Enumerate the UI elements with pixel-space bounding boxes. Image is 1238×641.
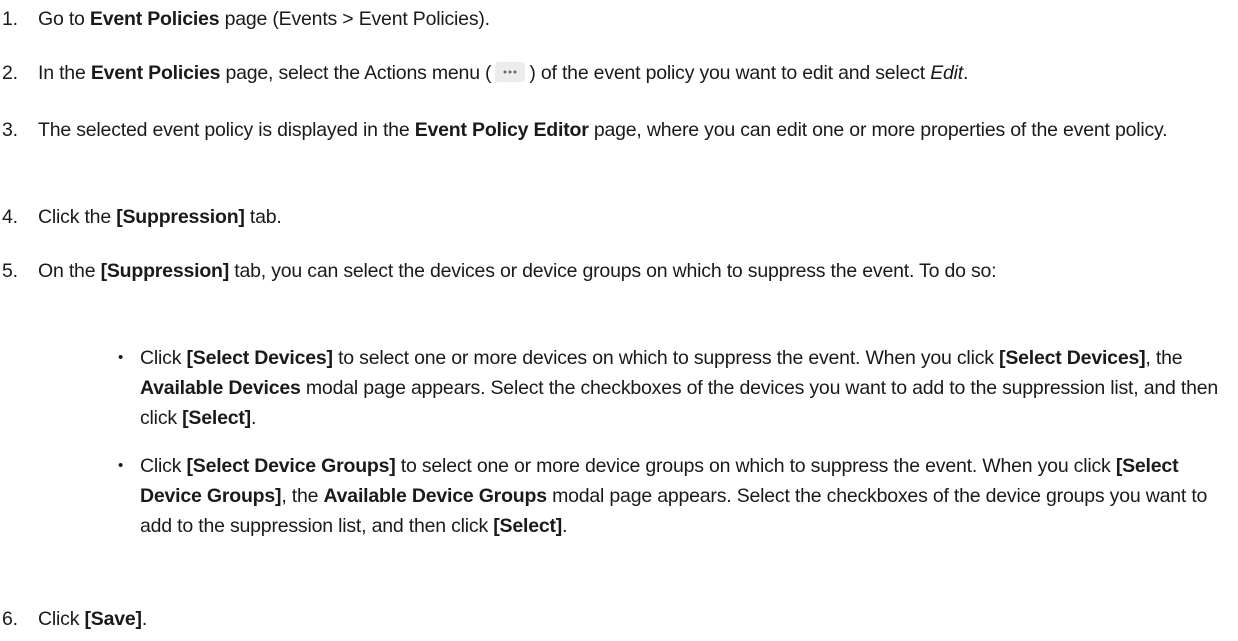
- page-name: Event Policies: [90, 62, 221, 84]
- page-name: Event Policy Editor: [414, 119, 589, 141]
- page-name: Event Policies: [89, 8, 220, 30]
- step-text: Go to Event Policies page (Events > Even…: [38, 8, 490, 30]
- edit-option: Edit: [930, 62, 963, 84]
- step-text: Click the [Suppression] tab.: [38, 206, 282, 228]
- step-number: 2.: [2, 62, 18, 84]
- more-horizontal-icon: [495, 61, 526, 82]
- bullet-marker: •: [118, 457, 124, 474]
- step-number: 4.: [2, 206, 18, 228]
- step-number: 1.: [2, 8, 18, 30]
- step-text: Click [Save].: [38, 608, 148, 630]
- bullet-text: Click [Select Device Groups] to select o…: [140, 455, 1208, 537]
- step-number: 3.: [2, 119, 18, 141]
- step-text: In the Event Policies page, select the A…: [38, 61, 969, 84]
- tab-name: [Suppression]: [116, 206, 245, 228]
- tab-name: [Suppression]: [100, 260, 230, 282]
- bullet-text: Click [Select Devices] to select one or …: [140, 347, 1219, 429]
- bullet-marker: •: [118, 349, 124, 366]
- step-number: 5.: [2, 260, 18, 282]
- button-name: [Save]: [84, 608, 142, 630]
- step-text: The selected event policy is displayed i…: [38, 119, 1168, 141]
- procedure-document: 1. Go to Event Policies page (Events > E…: [0, 0, 1238, 641]
- step-text: On the [Suppression] tab, you can select…: [38, 260, 997, 282]
- step-number: 6.: [2, 608, 18, 630]
